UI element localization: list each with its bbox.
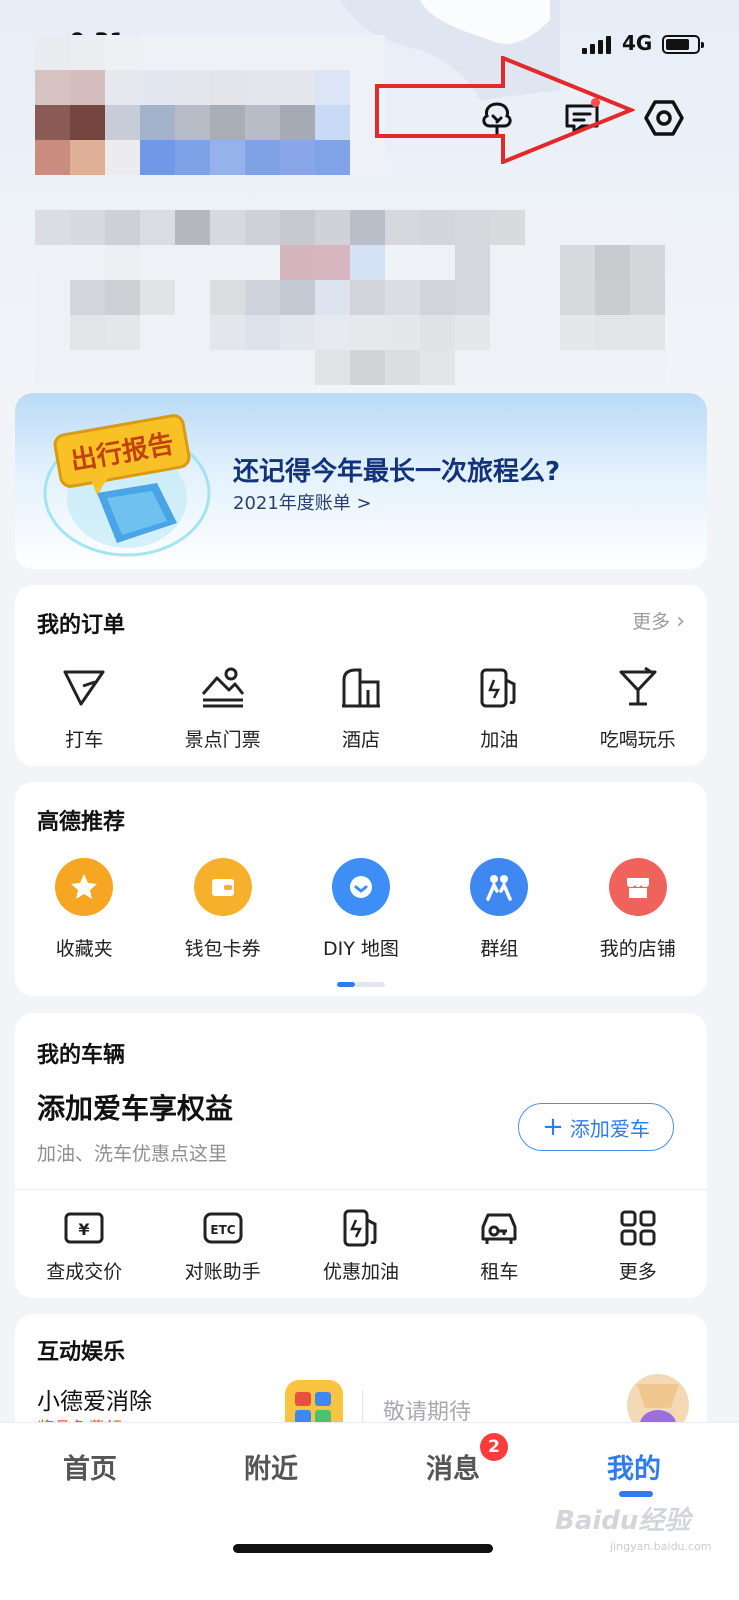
settings-icon-button[interactable] — [642, 96, 686, 140]
wallet-icon — [211, 879, 234, 896]
recommend-item-label: 收藏夹 — [55, 938, 113, 960]
recommend-item-shop[interactable]: 我的店铺 — [569, 858, 707, 961]
order-item-fuel[interactable]: 加油 — [430, 661, 568, 752]
fuel-icon — [480, 668, 516, 708]
vehicle-tool-label: 查成交价 — [46, 1261, 123, 1283]
recommend-item-label: DIY 地图 — [323, 938, 399, 960]
recommend-item-wallet[interactable]: 钱包卡券 — [153, 858, 291, 961]
vehicle-tool-label: 租车 — [480, 1261, 519, 1283]
add-car-label: 添加爱车 — [569, 1116, 650, 1141]
etc-icon: ETC — [203, 1212, 243, 1244]
svg-text:¥: ¥ — [79, 1220, 90, 1239]
order-item-label: 景点门票 — [184, 729, 261, 751]
vehicle-tool-car-rental[interactable]: 租车 — [430, 1207, 568, 1284]
orders-more-link[interactable]: 更多 › — [632, 607, 685, 634]
settings-icon — [644, 100, 684, 136]
recommend-item-label: 钱包卡券 — [184, 938, 261, 960]
recommend-item-label: 我的店铺 — [599, 938, 676, 960]
plus-icon: + — [542, 1112, 564, 1142]
price-icon: ¥ — [64, 1212, 104, 1244]
vehicle-divider — [15, 1189, 707, 1190]
vehicle-tool-label: 更多 — [618, 1261, 657, 1283]
travel-report-banner[interactable]: 出行报告 还记得今年最长一次旅程么? 2021年度账单 > — [15, 393, 707, 569]
order-item-label: 吃喝玩乐 — [599, 729, 676, 751]
tab-mine[interactable]: 我的 — [574, 1447, 694, 1486]
vehicle-headline: 添加爱车享权益 — [37, 1092, 234, 1125]
grid-more-icon — [620, 1210, 656, 1246]
messages-badge: 2 — [480, 1433, 508, 1461]
fuel-discount-icon — [343, 1209, 377, 1247]
shop-icon — [626, 878, 649, 898]
scenic-ticket-icon — [201, 667, 244, 708]
baidu-watermark-url: jingyan.baidu.com — [610, 1540, 712, 1553]
vehicle-tool-label: 优惠加油 — [322, 1261, 399, 1283]
home-indicator — [233, 1544, 493, 1553]
recommend-item-diy-map[interactable]: DIY 地图 — [292, 858, 430, 961]
cocktail-icon — [619, 666, 657, 706]
order-item-taxi[interactable]: 打车 — [15, 661, 153, 752]
recommend-card: 高德推荐 收藏夹 钱包卡券 DIY 地图 群组 我的店铺 — [15, 782, 707, 996]
report-title: 还记得今年最长一次旅程么? — [233, 457, 561, 487]
recommend-title: 高德推荐 — [37, 810, 126, 835]
game-name[interactable]: 小德爱消除 — [37, 1382, 152, 1416]
tab-home[interactable]: 首页 — [30, 1447, 150, 1486]
order-item-label: 酒店 — [341, 729, 380, 751]
vehicle-subtitle: 加油、洗车优惠点这里 — [37, 1143, 228, 1165]
vehicle-tool-price[interactable]: ¥ 查成交价 — [15, 1207, 153, 1284]
group-icon — [486, 875, 513, 901]
network-label: 4G — [622, 31, 653, 55]
star-icon — [71, 874, 98, 899]
hotel-icon — [341, 668, 380, 708]
order-item-scenic-ticket[interactable]: 景点门票 — [153, 661, 291, 752]
chevron-right-icon: › — [676, 609, 685, 634]
annotation-arrow — [375, 56, 635, 164]
taxi-icon — [63, 670, 105, 706]
order-item-hotel[interactable]: 酒店 — [292, 661, 430, 752]
vehicle-tool-fuel-discount[interactable]: 优惠加油 — [292, 1207, 430, 1284]
svg-text:ETC: ETC — [210, 1223, 235, 1237]
add-car-button[interactable]: + 添加爱车 — [518, 1103, 674, 1151]
vehicle-tool-etc[interactable]: ETC 对账助手 — [153, 1207, 291, 1284]
battery-icon — [662, 35, 704, 54]
recommend-item-group[interactable]: 群组 — [430, 858, 568, 961]
car-rental-icon — [481, 1213, 517, 1244]
vehicle-tool-more[interactable]: 更多 — [569, 1207, 707, 1284]
order-item-label: 打车 — [65, 729, 104, 751]
order-item-label: 加油 — [480, 729, 519, 751]
recommend-item-label: 群组 — [480, 938, 519, 960]
my-vehicle-card: 我的车辆 添加爱车享权益 加油、洗车优惠点这里 + 添加爱车 ¥ 查成交价 ET… — [15, 1013, 707, 1298]
recommend-pager — [337, 982, 385, 987]
baidu-watermark: Baidu经验 — [555, 1506, 691, 1536]
travel-report-badge-icon: 出行报告 — [43, 414, 211, 557]
entertainment-title: 互动娱乐 — [37, 1340, 126, 1365]
vehicle-title: 我的车辆 — [37, 1043, 126, 1068]
my-orders-card: 我的订单 更多 › 打车 景点门票 酒店 加油 吃喝玩乐 — [15, 585, 707, 766]
orders-title: 我的订单 — [37, 613, 126, 638]
orders-more-label: 更多 — [632, 611, 671, 633]
active-tab-indicator — [619, 1491, 653, 1497]
tab-nearby[interactable]: 附近 — [211, 1447, 331, 1486]
vehicle-tool-label: 对账助手 — [184, 1261, 261, 1283]
recommend-item-favorites[interactable]: 收藏夹 — [15, 858, 153, 961]
diy-map-icon — [349, 876, 372, 898]
report-subtitle-link[interactable]: 2021年度账单 > — [233, 489, 372, 515]
signal-icon — [582, 36, 611, 54]
order-item-food-fun[interactable]: 吃喝玩乐 — [569, 661, 707, 752]
